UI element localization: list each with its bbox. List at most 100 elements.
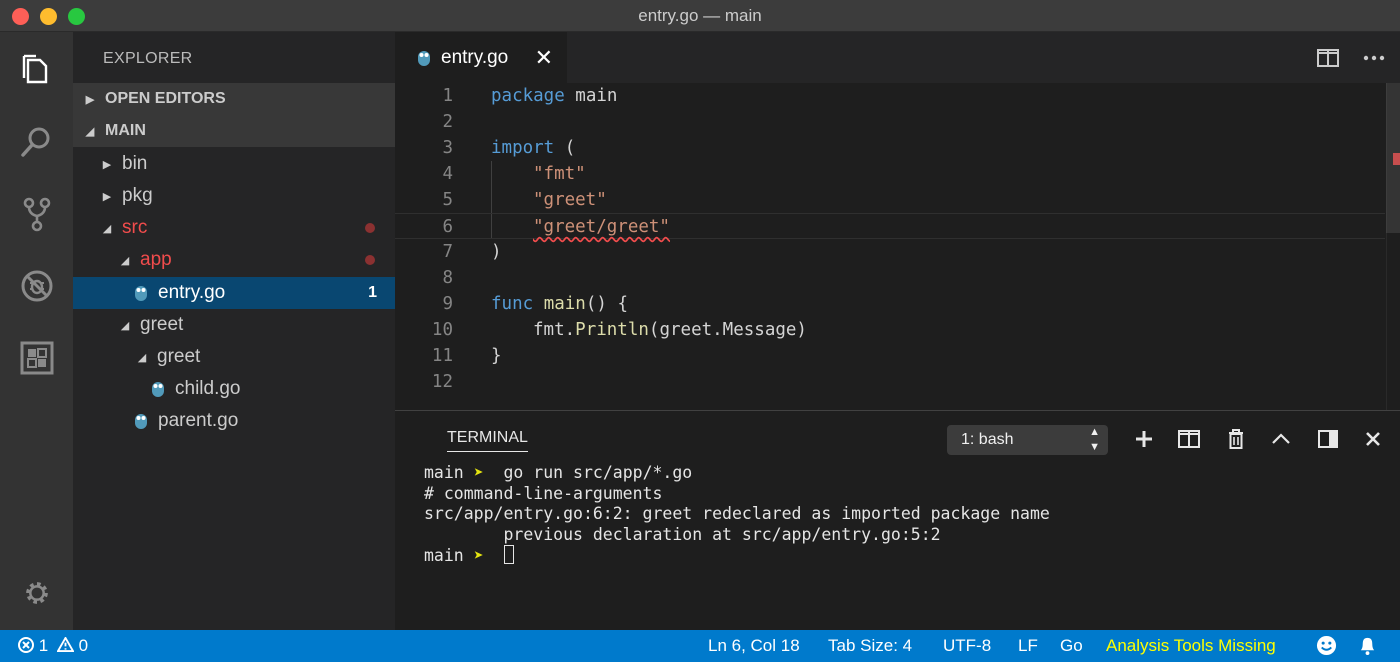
gopher-file-icon — [135, 414, 147, 429]
source-control-activity-button[interactable] — [0, 178, 73, 250]
feedback-button[interactable] — [1316, 635, 1337, 661]
sidebar-title: EXPLORER — [103, 50, 193, 67]
select-arrows-icon: ▲ ▼ — [1089, 426, 1100, 453]
search-activity-button[interactable] — [0, 106, 73, 178]
manage-activity-button[interactable] — [0, 557, 73, 629]
code-text: package main — [491, 83, 617, 109]
more-actions-button[interactable] — [1362, 46, 1386, 70]
code-text: (greet.Message) — [648, 320, 807, 340]
toggle-panel-position-button[interactable] — [1316, 427, 1340, 451]
code-text: fmt. — [533, 320, 576, 340]
tree-item-label: child.go — [175, 378, 241, 399]
line-number: 6 — [442, 217, 453, 237]
problem-dot — [365, 223, 375, 233]
section-label: OPEN EDITORS — [105, 90, 226, 107]
gear-icon — [25, 582, 48, 604]
split-editor-icon — [1317, 49, 1339, 67]
code-line: 7 ) — [395, 239, 1385, 265]
chevron-down-icon: ◢ — [137, 351, 147, 364]
code-line: 4 "fmt" — [395, 161, 1385, 187]
tree-item-greet[interactable]: ◢ greet — [73, 309, 395, 341]
terminal-cursor — [503, 545, 514, 564]
kill-terminal-button[interactable] — [1224, 427, 1248, 451]
tree-item-label: parent.go — [158, 410, 239, 431]
tree-item-label: greet — [140, 314, 184, 335]
prompt-arrow-icon: ➤ — [473, 546, 484, 565]
file-encoding[interactable]: UTF-8 — [943, 636, 991, 656]
code-line: 11 } — [395, 343, 1385, 369]
plus-icon — [1136, 431, 1152, 447]
new-terminal-button[interactable] — [1132, 427, 1156, 451]
split-editor-icon — [1178, 430, 1200, 448]
code-line: 5 "greet" — [395, 187, 1385, 213]
terminal-line: main ➤ go run src/app/*.go — [424, 463, 692, 482]
explorer-sidebar: EXPLORER ▶ OPEN EDITORS ◢ MAIN ▶ bin ▶ p… — [73, 32, 395, 630]
code-text: ( — [554, 138, 576, 158]
explorer-activity-button[interactable] — [0, 34, 73, 106]
tree-item-label: entry.go — [158, 282, 226, 303]
terminal-selector-value: 1: bash — [961, 431, 1014, 448]
tab-size[interactable]: Tab Size: 4 — [828, 636, 912, 656]
tree-item-greet-sub[interactable]: ◢ greet — [73, 341, 395, 373]
extensions-activity-button[interactable] — [0, 322, 73, 394]
problems-status[interactable]: 1 0 — [18, 636, 88, 656]
gopher-file-icon — [418, 50, 430, 66]
keyword: package — [491, 86, 565, 106]
tree-item-parent-go[interactable]: parent.go — [73, 405, 395, 437]
close-panel-button[interactable] — [1361, 427, 1385, 451]
tab-label: entry.go — [441, 46, 509, 68]
tree-item-pkg[interactable]: ▶ pkg — [73, 180, 395, 212]
line-number: 3 — [442, 138, 453, 158]
code-editor[interactable]: 1 package main 2 3 import ( 4 "fmt" 5 "g… — [395, 83, 1400, 410]
debug-activity-button[interactable] — [0, 250, 73, 322]
tree-item-app[interactable]: ◢ app — [73, 244, 395, 276]
prompt-dir: main — [424, 463, 464, 482]
open-editors-section[interactable]: ▶ OPEN EDITORS — [73, 83, 395, 115]
cursor-position[interactable]: Ln 6, Col 18 — [708, 636, 800, 656]
tree-item-child-go[interactable]: child.go — [73, 373, 395, 405]
terminal-command: go run src/app/*.go — [483, 463, 693, 482]
tree-item-src[interactable]: ◢ src — [73, 212, 395, 244]
main-folder-section[interactable]: ◢ MAIN — [73, 115, 395, 147]
language-mode[interactable]: Go — [1060, 636, 1083, 656]
tree-item-bin[interactable]: ▶ bin — [73, 148, 395, 180]
function-name: main — [543, 294, 586, 314]
tab-terminal[interactable]: TERMINAL — [447, 429, 528, 452]
maximize-panel-button[interactable] — [1269, 427, 1293, 451]
line-number: 5 — [442, 190, 453, 210]
tree-item-label: pkg — [122, 185, 153, 206]
code-text: func main() { — [491, 291, 628, 317]
prompt-dir: main — [424, 546, 464, 565]
line-number: 7 — [442, 242, 453, 262]
error-string-literal: "greet/greet" — [533, 217, 670, 237]
terminal-output[interactable]: main ➤ go run src/app/*.go # command-lin… — [424, 463, 1050, 567]
editor-scrollbar[interactable] — [1386, 83, 1400, 410]
chevron-down-icon: ◢ — [120, 254, 130, 267]
line-number: 11 — [431, 346, 453, 366]
code-text: } — [491, 346, 502, 366]
tab-entry-go[interactable]: entry.go ✕ — [395, 32, 567, 83]
analysis-tools-warning[interactable]: Analysis Tools Missing — [1106, 636, 1276, 656]
chevron-right-icon: ▶ — [102, 190, 112, 203]
split-terminal-button[interactable] — [1177, 427, 1201, 451]
bell-icon — [1360, 637, 1375, 655]
code-text: () { — [585, 294, 629, 314]
tree-item-label: bin — [122, 153, 148, 174]
tree-item-label: src — [122, 217, 148, 238]
code-line: 10 fmt.Println(greet.Message) — [395, 317, 1385, 343]
split-editor-button[interactable] — [1316, 46, 1340, 70]
line-ending[interactable]: LF — [1018, 636, 1038, 656]
error-icon — [18, 637, 34, 653]
terminal-selector[interactable]: 1: bash ▲ ▼ — [947, 425, 1108, 455]
chevron-down-icon: ◢ — [102, 222, 112, 235]
code-line: 12 — [395, 369, 1385, 395]
close-icon — [1366, 432, 1380, 446]
terminal-panel: TERMINAL 1: bash ▲ ▼ main ➤ go run src/ap… — [395, 410, 1400, 630]
close-icon[interactable]: ✕ — [535, 45, 553, 71]
chevron-down-icon: ◢ — [85, 125, 95, 138]
tree-item-entry-go[interactable]: entry.go 1 — [73, 277, 395, 309]
notifications-button[interactable] — [1358, 635, 1377, 661]
chevron-right-icon: ▶ — [102, 158, 112, 171]
keyword: func — [491, 294, 534, 314]
code-text: ) — [491, 242, 502, 262]
